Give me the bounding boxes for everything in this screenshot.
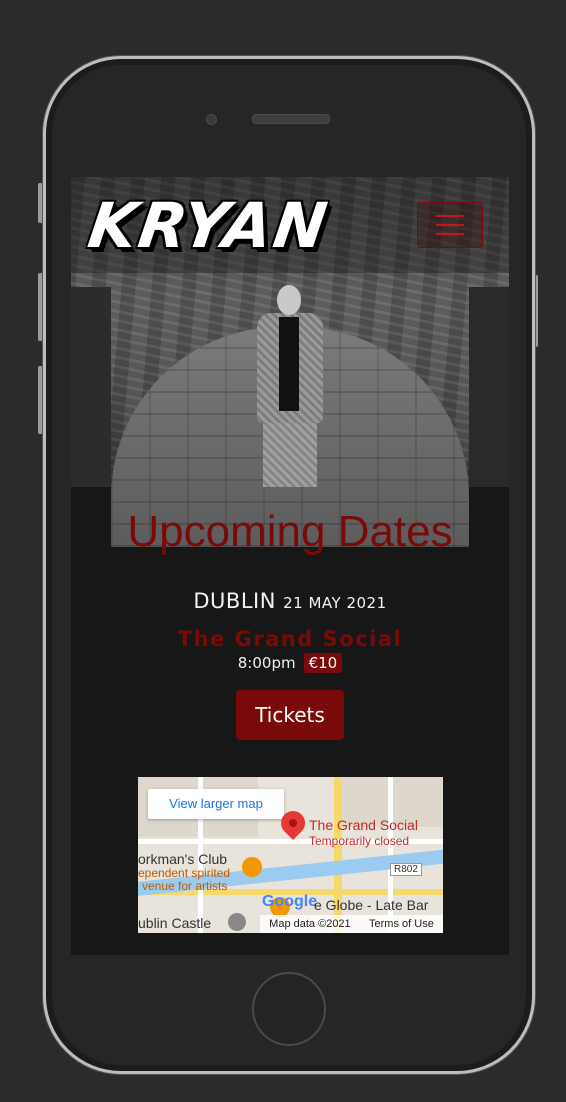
landmark-marker-icon	[228, 913, 246, 931]
map-poi-3: ublin Castle	[138, 915, 212, 931]
bar-marker-icon	[242, 857, 262, 877]
earpiece-speaker	[252, 114, 330, 124]
event-venue[interactable]: The Grand Social	[71, 627, 509, 651]
event-time: 8:00pm	[237, 654, 296, 672]
google-logo: Google	[262, 893, 318, 910]
view-larger-map-link[interactable]: View larger map	[148, 789, 284, 819]
event-city: DUBLIN	[193, 589, 276, 613]
map-place-status: Temporarily closed	[309, 834, 410, 848]
site-header: KRYAN	[71, 177, 509, 273]
site-logo[interactable]: KRYAN	[84, 189, 333, 262]
location-pin-icon[interactable]	[276, 806, 310, 847]
map-poi-1-desc-2: venue for artists	[142, 879, 228, 893]
tickets-button[interactable]: Tickets	[236, 690, 344, 740]
menu-button[interactable]	[417, 202, 483, 248]
section-title: Upcoming Dates	[127, 507, 453, 556]
terms-of-use-link[interactable]: Terms of Use	[369, 918, 434, 930]
door-left	[71, 287, 111, 487]
map-poi-1: orkman's Club	[138, 851, 228, 867]
event-item: DUBLIN 21 MAY 2021 The Grand Social 8:00…	[71, 589, 509, 673]
map-poi-2: e Globe - Late Bar	[314, 897, 429, 913]
phone-screen: KRYAN Upcoming Dates DUBLIN 21 MAY 2021 …	[71, 177, 509, 955]
venue-map[interactable]: View larger map The Grand Social Tempora…	[138, 777, 443, 933]
event-price: €10	[303, 653, 343, 673]
event-meta: 8:00pm €10	[71, 653, 509, 673]
road-label: R802	[390, 863, 422, 876]
map-data-label: Map data ©2021	[269, 918, 351, 930]
event-date: 21 MAY 2021	[283, 594, 387, 612]
hamburger-menu-icon	[436, 215, 464, 235]
home-button	[252, 972, 326, 1046]
map-place-name: The Grand Social	[309, 817, 418, 833]
artist-photo	[251, 285, 331, 487]
map-poi-1-desc-1: ependent spirited	[138, 866, 231, 880]
map-attribution: Map data ©2021 Terms of Use	[260, 915, 443, 933]
front-camera	[206, 114, 217, 125]
door-right	[469, 287, 509, 487]
